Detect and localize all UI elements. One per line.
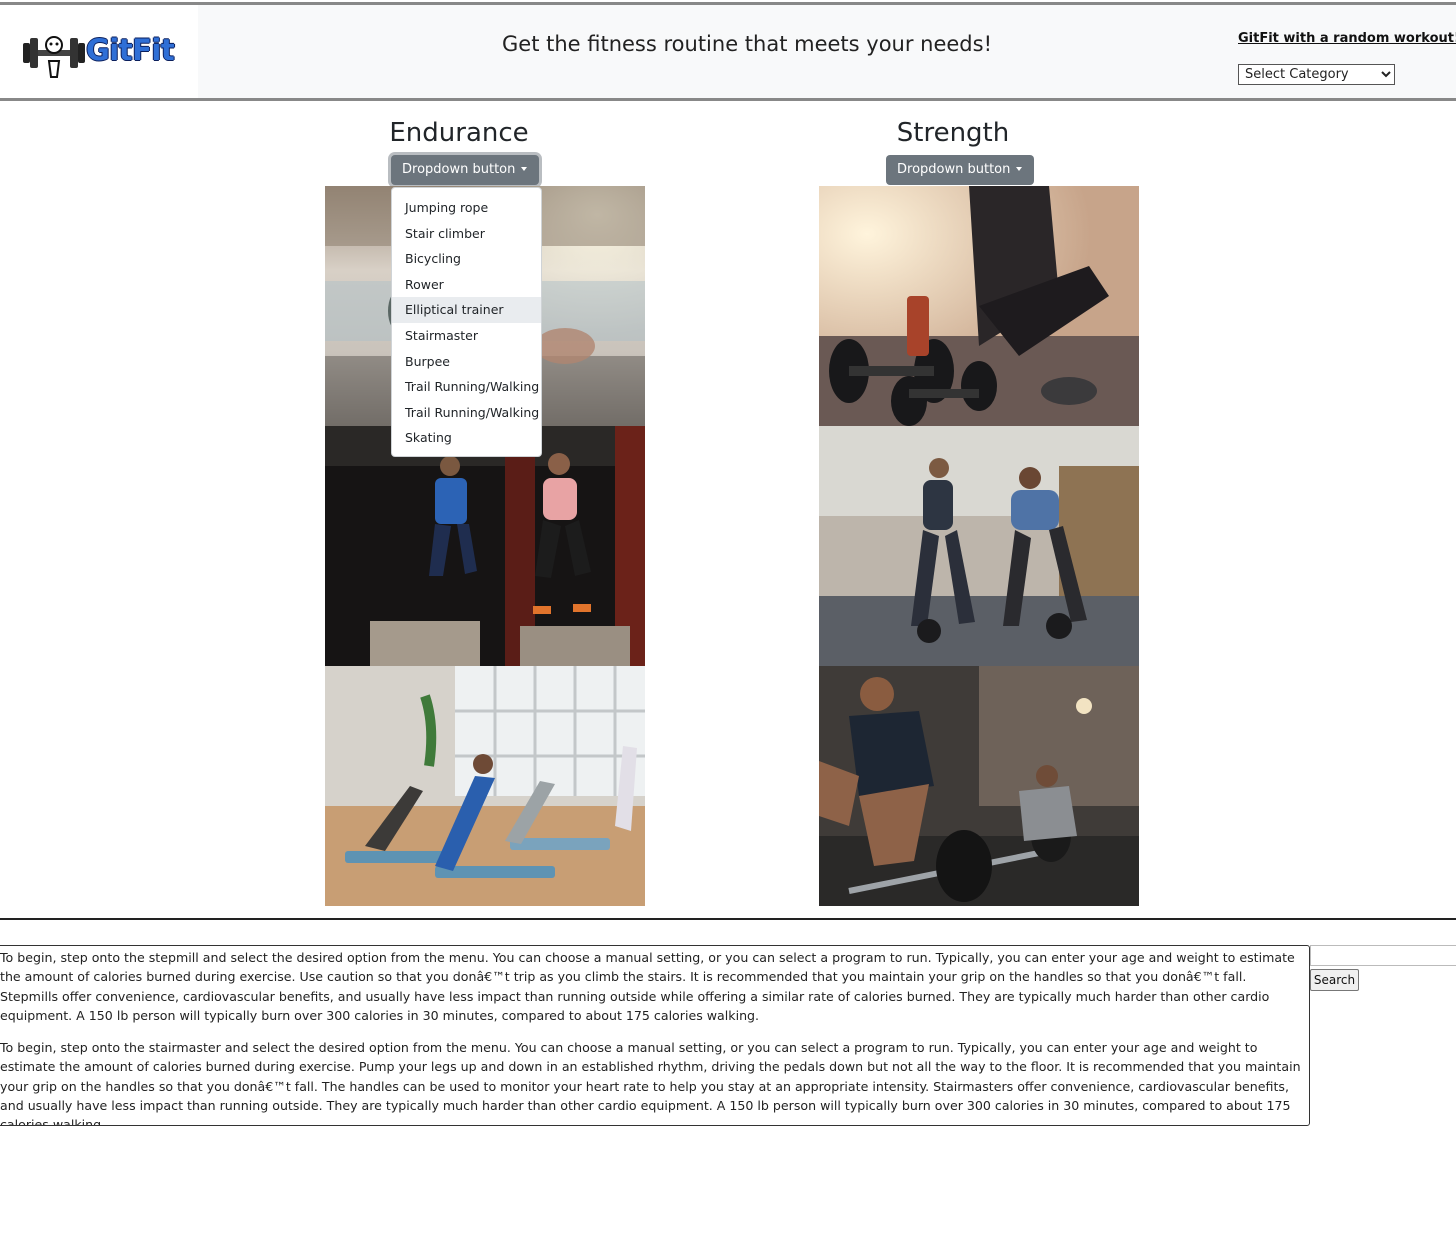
endurance-dropdown-button[interactable]: Dropdown button <box>391 155 540 185</box>
description-paragraph: To begin, step onto the stairmaster and … <box>0 1040 1301 1126</box>
strength-title: Strength <box>896 118 1010 148</box>
dumbbells-floor-photo <box>819 186 1139 426</box>
logo[interactable]: GitFit <box>0 5 198 98</box>
category-select[interactable]: Select Category <box>1238 64 1395 85</box>
dumbbell-mascot-icon <box>23 36 85 78</box>
search-button[interactable]: Search <box>1310 969 1359 991</box>
box-jump-photo <box>325 426 645 666</box>
group-yoga-side-plank-photo <box>325 666 645 906</box>
exercise-description-panel: To begin, step onto the stepmill and sel… <box>0 945 1310 1126</box>
search-input[interactable] <box>1310 945 1456 966</box>
section-divider <box>0 918 1456 920</box>
menu-item-bicycling[interactable]: Bicycling <box>392 246 541 272</box>
logo-text: GitFit <box>86 33 175 67</box>
menu-item-jumping-rope[interactable]: Jumping rope <box>392 195 541 221</box>
dropdown-label: Dropdown button <box>897 162 1011 177</box>
menu-item-burpee[interactable]: Burpee <box>392 349 541 375</box>
random-workout-link[interactable]: GitFit with a random workout! <box>1238 31 1456 46</box>
endurance-title: Endurance <box>389 118 529 148</box>
barbell-deadlift-photo <box>819 666 1139 906</box>
description-paragraph: To begin, step onto the stepmill and sel… <box>0 950 1295 1023</box>
endurance-dropdown-menu: Jumping rope Stair climber Bicycling Row… <box>391 187 542 457</box>
menu-item-skating[interactable]: Skating <box>392 425 541 451</box>
menu-item-elliptical-trainer[interactable]: Elliptical trainer <box>392 297 541 323</box>
menu-item-trail-running-walking-1[interactable]: Trail Running/Walking <box>392 374 541 400</box>
page-tagline: Get the fitness routine that meets your … <box>502 32 992 56</box>
caret-down-icon <box>521 167 528 171</box>
caret-down-icon <box>1016 167 1023 171</box>
menu-item-rower[interactable]: Rower <box>392 272 541 298</box>
menu-item-stair-climber[interactable]: Stair climber <box>392 221 541 247</box>
strength-dropdown-button[interactable]: Dropdown button <box>886 155 1035 185</box>
menu-item-stairmaster[interactable]: Stairmaster <box>392 323 541 349</box>
dropdown-label: Dropdown button <box>402 162 516 177</box>
menu-item-trail-running-walking-2[interactable]: Trail Running/Walking <box>392 400 541 426</box>
kettlebell-pair-photo <box>819 426 1139 666</box>
site-header: GitFit Get the fitness routine that meet… <box>0 2 1456 101</box>
